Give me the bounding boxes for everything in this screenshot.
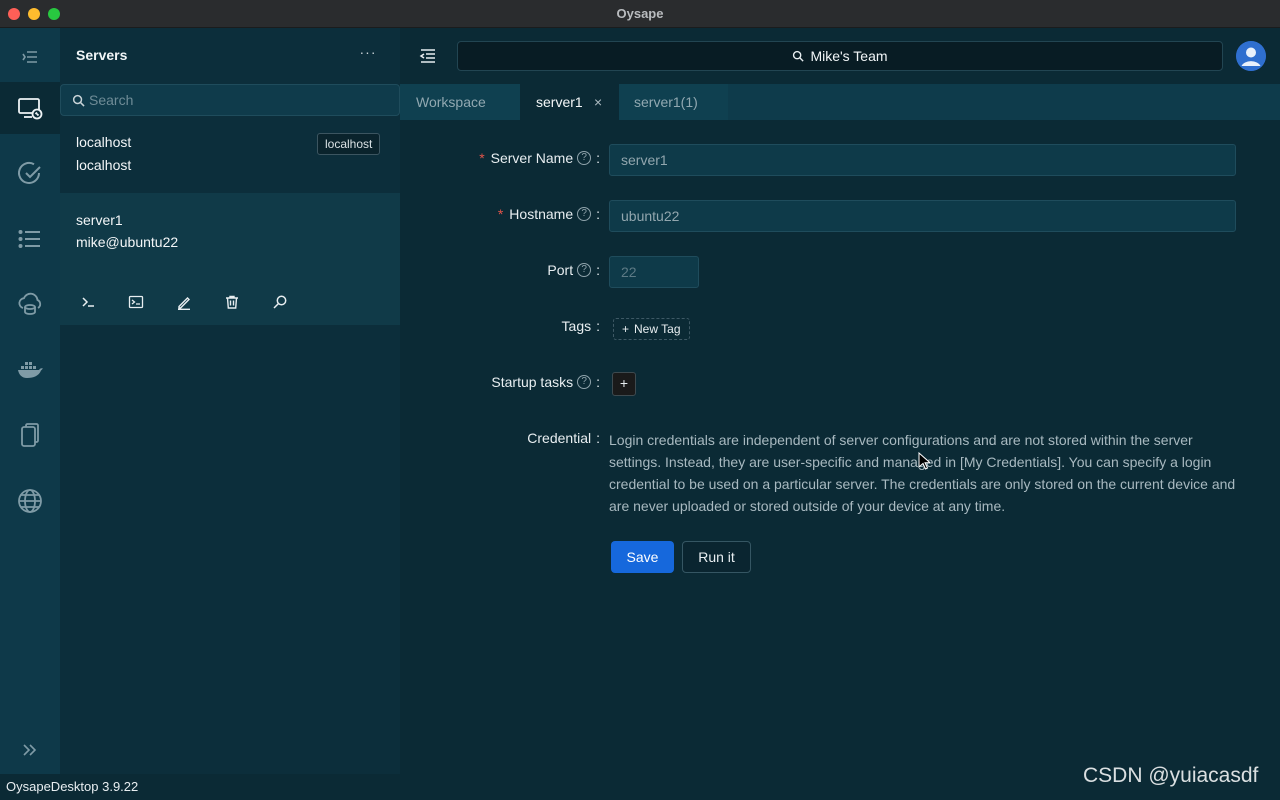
servers-panel: Servers ··· localhost localhost localhos… <box>60 28 400 774</box>
terminal-prompt-icon[interactable] <box>73 287 103 317</box>
help-icon[interactable]: ? <box>577 151 592 165</box>
label-text: Credential <box>527 430 592 446</box>
port-label: Port ? : <box>547 262 600 278</box>
watermark: CSDN @yuiacasdf <box>1083 764 1259 787</box>
label-text: Hostname <box>509 206 574 222</box>
required-mark: * <box>479 150 485 166</box>
server-name: localhost <box>76 134 132 150</box>
help-icon[interactable]: ? <box>577 375 592 389</box>
mouse-cursor-icon <box>918 452 930 470</box>
server-address: mike@ubuntu22 <box>76 234 179 250</box>
files-icon[interactable] <box>0 410 60 460</box>
label-text: Server Name <box>490 150 574 166</box>
app-version: OysapeDesktop 3.9.22 <box>6 779 139 794</box>
run-it-button[interactable]: Run it <box>682 541 751 573</box>
credential-description: Login credentials are independent of ser… <box>609 432 1236 514</box>
sidebar-rail <box>0 28 60 774</box>
cloud-database-icon[interactable] <box>0 279 60 329</box>
more-options-button[interactable]: ··· <box>356 42 380 66</box>
port-field[interactable]: 22 <box>609 256 699 288</box>
search-icon[interactable] <box>265 287 295 317</box>
close-tab-icon[interactable]: × <box>594 84 606 120</box>
top-bar: Mike's Team <box>400 28 1280 84</box>
title-bar: Oysape <box>0 0 1280 28</box>
server-name-label: * Server Name ? : <box>479 150 600 166</box>
tab-workspace[interactable]: Workspace <box>400 84 520 120</box>
user-avatar-icon[interactable] <box>1236 41 1266 71</box>
search-box <box>60 84 400 116</box>
globe-icon[interactable] <box>0 476 60 526</box>
save-button[interactable]: Save <box>611 541 674 573</box>
tab-bar: Workspace server1 × server1(1) <box>400 84 1280 120</box>
startup-tasks-label: Startup tasks ? : <box>491 374 600 390</box>
docker-icon[interactable] <box>0 344 60 394</box>
server-item-server1[interactable]: server1 mike@ubuntu22 <box>60 193 400 325</box>
list-indent-icon[interactable] <box>0 32 60 82</box>
terminal-window-icon[interactable] <box>121 287 151 317</box>
window-title: Oysape <box>616 6 664 21</box>
credential-label: Credential : <box>527 430 600 446</box>
server-name: server1 <box>76 212 123 228</box>
expand-icon[interactable] <box>0 725 60 775</box>
server-name-field[interactable]: server1 <box>609 144 1236 176</box>
server-monitor-icon[interactable] <box>0 82 60 134</box>
tab-server1-copy[interactable]: server1(1) <box>618 84 728 120</box>
collapse-sidebar-icon[interactable] <box>416 44 440 68</box>
tab-label: server1 <box>536 94 583 110</box>
edit-icon[interactable] <box>169 287 199 317</box>
delete-icon[interactable] <box>217 287 247 317</box>
server-form: * Server Name ? : server1 * Hostname ? :… <box>400 120 1280 774</box>
team-search-bar[interactable]: Mike's Team <box>457 41 1223 71</box>
help-icon[interactable]: ? <box>577 263 592 277</box>
label-text: Startup tasks <box>491 374 574 390</box>
search-icon <box>72 94 85 107</box>
server-tag: localhost <box>317 133 381 155</box>
tags-label: Tags : <box>561 318 600 334</box>
server-address: localhost <box>76 157 132 173</box>
search-input[interactable] <box>89 85 389 115</box>
server-item-localhost[interactable]: localhost localhost localhost <box>60 120 400 192</box>
hostname-field[interactable]: ubuntu22 <box>609 200 1236 232</box>
plus-icon: + <box>622 322 630 336</box>
label-text: Port <box>547 262 574 278</box>
help-icon[interactable]: ? <box>577 207 592 221</box>
tab-server1[interactable]: server1 × <box>520 84 618 120</box>
list-icon[interactable] <box>0 214 60 264</box>
team-name: Mike's Team <box>810 48 888 64</box>
search-icon <box>793 50 805 62</box>
label-text: Tags <box>561 318 592 334</box>
panel-title: Servers <box>76 47 128 63</box>
hostname-label: * Hostname ? : <box>497 206 600 222</box>
add-startup-task-button[interactable]: + <box>612 372 636 396</box>
required-mark: * <box>497 206 504 222</box>
check-circle-icon[interactable] <box>0 149 60 199</box>
new-tag-button[interactable]: + New Tag <box>613 318 690 340</box>
server-actions <box>60 283 400 325</box>
